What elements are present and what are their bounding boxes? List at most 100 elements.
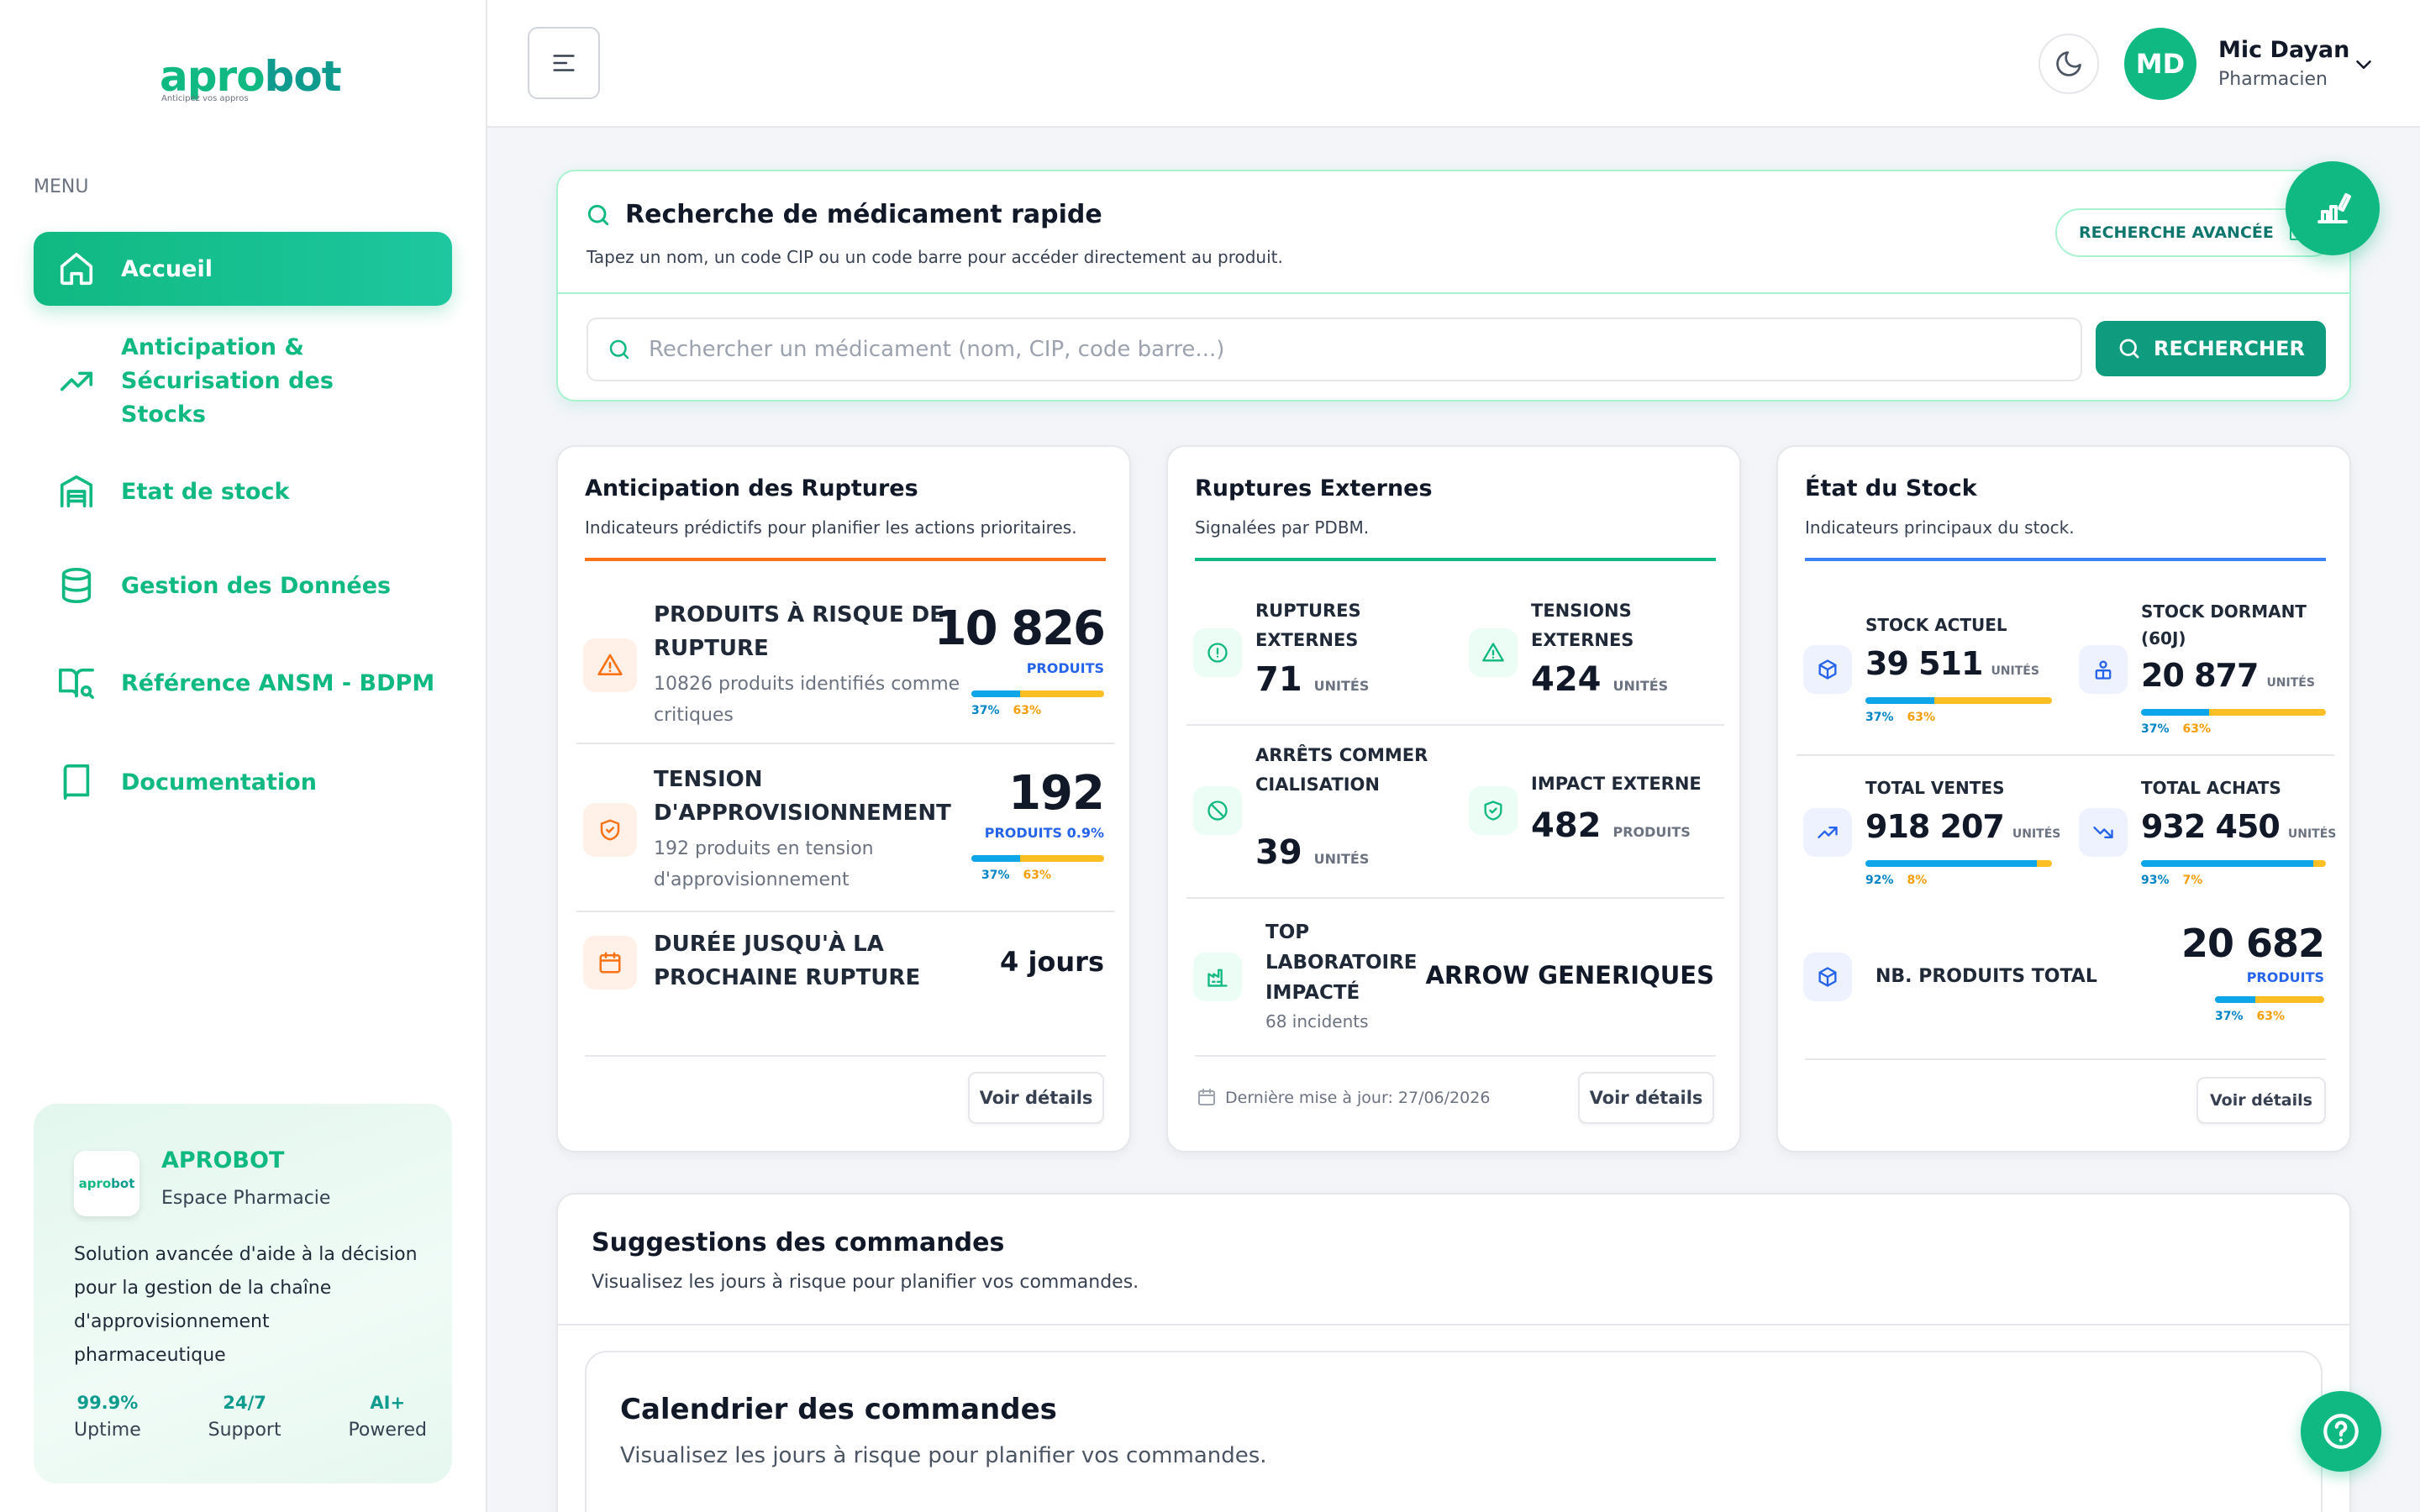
sidebar-item-etat-stock[interactable]: Etat de stock <box>34 470 452 512</box>
user-name[interactable]: Mic Dayan <box>2218 37 2349 63</box>
calendar-panel: Calendrier des commandes Visualisez les … <box>585 1351 2323 1512</box>
divider <box>1805 1058 2326 1060</box>
promo-card: apro bot APROBOT Espace Pharmacie Solutio… <box>34 1104 452 1483</box>
nb-produits-value: 20 682 <box>2181 921 2325 966</box>
package-user-icon <box>2079 645 2128 694</box>
ext-impact-value: 482 <box>1531 806 1602 845</box>
search-description: Tapez un nom, un code CIP ou un code bar… <box>587 247 1283 267</box>
stock-actuel-bar <box>1865 697 2052 704</box>
calendar-title: Calendrier des commandes <box>620 1393 1057 1426</box>
help-button[interactable] <box>2301 1391 2381 1472</box>
sidebar-item-reference-ansm[interactable]: Référence ANSM - BDPM <box>34 662 452 704</box>
stock-actuel-value: 39 511 <box>1865 645 1983 682</box>
search-title: Recherche de médicament rapide <box>625 200 1102 229</box>
ext-arrets-unit: UNITÉS <box>1313 851 1370 867</box>
quick-search-card: Recherche de médicament rapide Tapez un … <box>556 170 2351 402</box>
ext-impact-label: IMPACT EXTERNE <box>1531 774 1702 794</box>
view-details-button[interactable]: Voir détails <box>968 1072 1104 1124</box>
search-input-icon <box>609 339 629 360</box>
suggestions-card: Suggestions des commandes Visualisez les… <box>556 1193 2351 1512</box>
shield-alert-icon <box>583 803 637 857</box>
avatar[interactable]: MD <box>2124 28 2196 100</box>
card-subtitle: Indicateurs principaux du stock. <box>1805 517 2075 538</box>
ext-impact-value-group: 482 PRODUITS <box>1531 806 1691 845</box>
sidebar-item-label: Référence ANSM - BDPM <box>121 669 435 696</box>
menu-toggle-button[interactable] <box>528 27 600 99</box>
total-achats-value-group: 932 450 UNITÉS <box>2141 808 2336 845</box>
total-achats-label: TOTAL ACHATS <box>2141 778 2281 798</box>
divider <box>1186 897 1724 899</box>
ext-ruptures-label: RUPTURES EXTERNES <box>1255 601 1361 650</box>
search-submit-button[interactable]: RECHERCHER <box>2096 321 2326 376</box>
next-rupture-label: DURÉE JUSQU'À LA PROCHAINE RUPTURE <box>654 932 921 990</box>
ban-icon <box>1193 786 1242 835</box>
view-details-button[interactable]: Voir détails <box>1578 1072 1714 1124</box>
nb-produits-unit: PRODUITS <box>2246 969 2324 985</box>
sidebar-item-label: Etat de stock <box>121 478 290 505</box>
stock-dormant-bar <box>2141 709 2326 716</box>
floating-action-button[interactable] <box>2286 161 2380 255</box>
last-update-text: Dernière mise à jour: 27/06/2026 <box>1225 1089 1491 1107</box>
brand-logo[interactable]: aprobot Anticipez vos appros <box>160 52 342 103</box>
stock-actuel-value-group: 39 511 UNITÉS <box>1865 645 2039 682</box>
card-accent-line <box>585 558 1106 561</box>
stock-actuel-split: 37% 63% <box>1865 711 1936 724</box>
card-title: Ruptures Externes <box>1195 475 1433 501</box>
ext-ruptures-unit: UNITÉS <box>1313 678 1370 694</box>
total-ventes-split: 92% 8% <box>1865 874 1928 887</box>
calendar-icon <box>583 936 637 990</box>
sidebar-item-label: Accueil <box>121 255 213 282</box>
total-ventes-value: 918 207 <box>1865 808 2005 845</box>
info-circle-icon <box>1193 628 1242 677</box>
top-lab-label: TOP LABORATOIRE IMPACTÉ <box>1265 921 1418 1004</box>
total-ventes-label: TOTAL VENTES <box>1865 778 2005 798</box>
ext-arrets-value-group: 39 UNITÉS <box>1255 833 1369 872</box>
search-icon <box>587 204 609 226</box>
divider <box>576 743 1114 744</box>
total-ventes-bar <box>1865 860 2052 867</box>
view-details-button[interactable]: Voir détails <box>2196 1077 2326 1124</box>
box-icon <box>1803 953 1852 1001</box>
stock-dormant-split: 37% 63% <box>2141 722 2212 736</box>
risk-products-label: PRODUITS À RISQUE DE RUPTURE <box>654 602 945 661</box>
menu-icon <box>553 55 575 71</box>
search-divider <box>558 292 2349 294</box>
ext-arrets-value: 39 <box>1255 833 1302 872</box>
total-ventes-unit: UNITÉS <box>2012 827 2061 841</box>
ext-ruptures-value-group: 71 UNITÉS <box>1255 660 1369 699</box>
total-achats-split: 93% 7% <box>2141 874 2203 887</box>
divider <box>585 1055 1106 1057</box>
chevron-down-icon[interactable] <box>2351 52 2376 77</box>
ext-tensions-label: TENSIONS EXTERNES <box>1531 601 1634 650</box>
next-rupture-value: 4 jours <box>1000 946 1104 978</box>
sidebar-item-documentation[interactable]: Documentation <box>34 761 452 803</box>
promo-logo: apro bot <box>74 1151 139 1216</box>
nb-produits-bar <box>2215 996 2324 1003</box>
stock-dormant-value-group: 20 877 UNITÉS <box>2141 657 2315 694</box>
nb-produits-split: 37% 63% <box>2215 1010 2286 1023</box>
search-input[interactable]: Rechercher un médicament (nom, CIP, code… <box>587 318 2082 381</box>
promo-stat-uptime: 99.9% Uptime <box>74 1393 141 1441</box>
sidebar-item-accueil[interactable]: Accueil <box>34 232 452 306</box>
warehouse-icon <box>57 472 96 511</box>
tension-unit: PRODUITS 0.9% <box>984 825 1104 841</box>
factory-icon <box>1193 953 1242 1001</box>
moon-icon <box>2056 51 2081 76</box>
promo-stat-support: 24/7 Support <box>208 1393 281 1441</box>
user-role: Pharmacien <box>2218 69 2328 90</box>
stock-dormant-unit: UNITÉS <box>2266 676 2315 690</box>
promo-description: Solution avancée d'aide à la décision po… <box>74 1244 418 1366</box>
risk-products-bar <box>971 690 1104 697</box>
shield-check-icon <box>1469 786 1518 835</box>
tension-split: 37% 63% <box>981 869 1052 882</box>
ext-impact-unit: PRODUITS <box>1612 824 1691 840</box>
sidebar-item-label: Anticipation & Sécurisation des Stocks <box>121 334 334 428</box>
sidebar-item-gestion-donnees[interactable]: Gestion des Données <box>34 564 452 606</box>
help-circle-icon <box>2323 1414 2359 1449</box>
theme-toggle-button[interactable] <box>2039 34 2099 94</box>
card-title: Anticipation des Ruptures <box>585 475 918 501</box>
top-lab-sub: 68 incidents <box>1265 1011 1369 1032</box>
risk-products-unit: PRODUITS <box>1026 660 1104 676</box>
search-placeholder: Rechercher un médicament (nom, CIP, code… <box>649 337 1225 362</box>
sidebar-item-anticipation[interactable]: Anticipation & Sécurisation des Stocks <box>34 334 452 428</box>
